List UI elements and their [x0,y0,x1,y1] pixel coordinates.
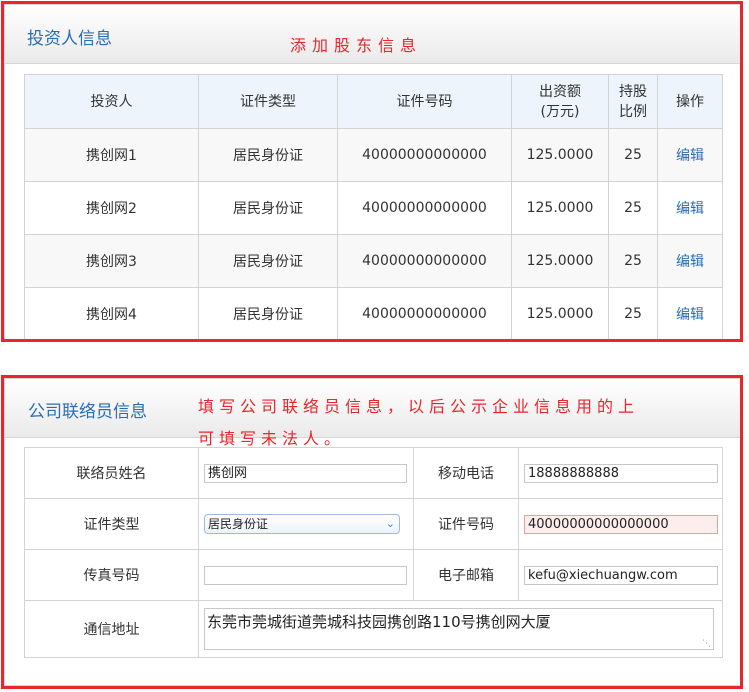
contact-highlight-box [1,375,743,689]
investors-highlight-box [1,1,743,342]
